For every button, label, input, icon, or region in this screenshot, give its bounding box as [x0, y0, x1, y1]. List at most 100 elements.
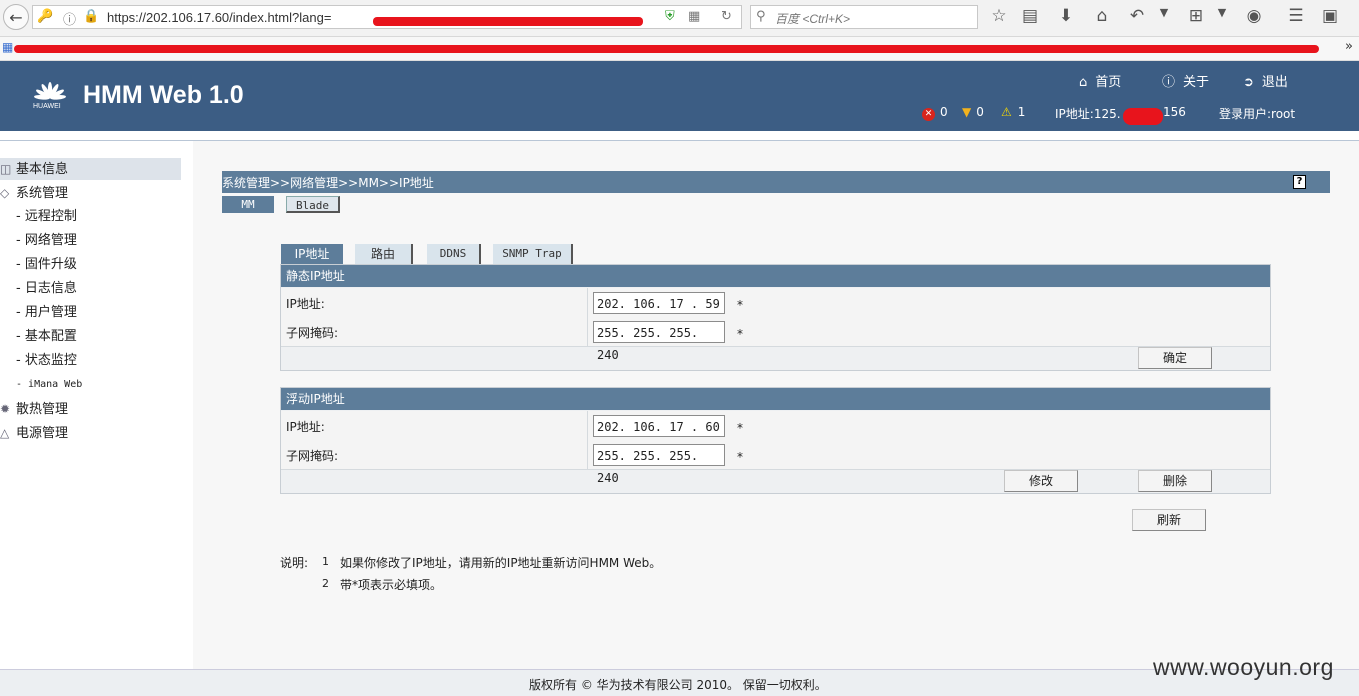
modify-button[interactable]: 修改	[1004, 470, 1078, 492]
alert-count[interactable]: ⚠ 1	[1001, 105, 1025, 119]
crop-icon[interactable]: ⊞	[1185, 6, 1207, 26]
delete-button[interactable]: 删除	[1138, 470, 1212, 492]
bookmarks-bar: ▦ »	[0, 37, 1359, 61]
sidebar-sub-status-monitor[interactable]: - 状态监控	[16, 351, 77, 371]
app-title: HMM Web 1.0	[83, 81, 244, 109]
sidebar-sub-label: 远程控制	[24, 209, 77, 224]
undo-icon[interactable]: ↶	[1126, 6, 1148, 26]
sidebar-item-system-mgmt[interactable]: ◇ 系统管理	[0, 182, 68, 204]
download-icon[interactable]: ⬇	[1055, 6, 1077, 26]
reload-icon[interactable]: ↻	[721, 9, 732, 24]
sidebar: ◫ 基本信息 ◇ 系统管理 - 远程控制 - 网络管理 - 固件升级 - 日志信息 …	[0, 141, 193, 669]
apps-icon[interactable]: ▦	[2, 40, 13, 54]
sidebar-sub-user-mgmt[interactable]: - 用户管理	[16, 303, 77, 323]
subtab-blade[interactable]: Blade	[286, 196, 340, 213]
section-title: 静态IP地址	[281, 265, 1270, 287]
sidebar-item-basic-info[interactable]: ◫ 基本信息	[0, 158, 181, 180]
sidebar-sub-label: 状态监控	[24, 353, 77, 368]
reading-list-icon[interactable]: ▤	[1019, 6, 1041, 26]
floating-ip-row: IP地址: 202. 106. 17 . 60 *	[281, 411, 1270, 441]
static-mask-input[interactable]: 255. 255. 255. 240	[593, 321, 725, 362]
logout-label: 退出	[1261, 75, 1288, 90]
required-mark: *	[737, 298, 743, 312]
sidebar-item-label: 基本信息	[16, 162, 69, 177]
shield-icon[interactable]: ⛨	[665, 9, 675, 24]
confirm-button[interactable]: 确定	[1138, 347, 1212, 369]
server-icon: ◫	[0, 162, 12, 176]
warning-count[interactable]: ▼ 0	[962, 105, 984, 119]
qr-code-icon[interactable]: ▦	[688, 9, 700, 24]
tab-route[interactable]: 路由	[355, 244, 413, 264]
sidebar-sub-label: 固件升级	[24, 257, 77, 272]
logo-text: HUAWEI	[33, 103, 61, 110]
error-count-value: 0	[940, 105, 948, 119]
column-divider	[587, 288, 588, 317]
sidebar-sub-remote-control[interactable]: - 远程控制	[16, 207, 77, 227]
chat-icon[interactable]: ◉	[1243, 6, 1265, 26]
logged-in-user: 登录用户:root	[1219, 107, 1296, 121]
note-text: 如果你修改了IP地址，请用新的IP地址重新访问HMM Web。	[340, 556, 662, 570]
tab-snmp-trap[interactable]: SNMP Trap	[493, 244, 573, 264]
dropdown-arrow-icon[interactable]: ▼	[1153, 6, 1175, 19]
back-icon[interactable]: ←	[3, 4, 29, 30]
tab-ddns[interactable]: DDNS	[427, 244, 481, 264]
required-mark: *	[737, 421, 743, 435]
sidebar-item-power[interactable]: △ 电源管理	[0, 422, 68, 444]
browser-toolbar: ← 🔑 ⓘ 🔒 https://202.106.17.60/index.html…	[0, 0, 1359, 37]
sidebar-sub-network-mgmt[interactable]: - 网络管理	[16, 231, 77, 251]
diamond-icon: ◇	[0, 186, 10, 200]
bookmarks-overflow-icon[interactable]: »	[1345, 39, 1353, 54]
column-divider	[587, 317, 588, 346]
sidebar-sub-firmware-upgrade[interactable]: - 固件升级	[16, 255, 77, 275]
sidebar-sub-label: 用户管理	[24, 305, 77, 320]
help-icon[interactable]: ?	[1293, 175, 1306, 189]
home-icon: ⌂	[1079, 75, 1088, 90]
app-header: HUAWEI HMM Web 1.0 ⌂ 首页 ⓘ 关于 ➲ 退出 ✕ 0 ▼ 0 ⚠ 1 …	[0, 61, 1359, 131]
static-ip-input[interactable]: 202. 106. 17 . 59	[593, 292, 725, 314]
watermark: www.wooyun.org	[1153, 654, 1334, 680]
sidebar-sub-label: 网络管理	[24, 233, 77, 248]
sidebar-item-label: 电源管理	[16, 426, 69, 441]
sidebar-item-cooling[interactable]: ✹ 散热管理	[0, 398, 68, 420]
static-ip-row: IP地址: 202. 106. 17 . 59 *	[281, 288, 1270, 318]
refresh-button[interactable]: 刷新	[1132, 509, 1206, 531]
home-link[interactable]: ⌂ 首页	[1079, 71, 1121, 90]
required-mark: *	[737, 327, 743, 341]
home-icon[interactable]: ⌂	[1091, 6, 1113, 26]
about-link[interactable]: ⓘ 关于	[1162, 71, 1209, 90]
section-title: 浮动IP地址	[281, 388, 1270, 410]
sidebar-sub-basic-config[interactable]: - 基本配置	[16, 327, 77, 347]
logout-link[interactable]: ➲ 退出	[1243, 71, 1288, 90]
dropdown-arrow-icon[interactable]: ▼	[1211, 6, 1233, 19]
address-bar[interactable]: 🔑 ⓘ 🔒 https://202.106.17.60/index.html?l…	[32, 5, 742, 29]
note-number: 1	[322, 555, 329, 568]
bookmark-star-icon[interactable]: ☆	[988, 6, 1010, 26]
extension-icon[interactable]: ▣	[1319, 6, 1341, 26]
info-icon: ⓘ	[1162, 75, 1176, 90]
ip-address-prefix: IP地址:125.	[1055, 107, 1121, 121]
floating-mask-input[interactable]: 255. 255. 255. 240	[593, 444, 725, 485]
static-mask-row: 子网掩码: 255. 255. 255. 240 *	[281, 317, 1270, 362]
column-divider	[587, 411, 588, 440]
fan-icon: ✹	[0, 402, 11, 416]
tab-ip-address[interactable]: IP地址	[281, 244, 343, 264]
breadcrumb-bar: 系统管理>>网络管理>>MM>>IP地址 ?	[222, 171, 1330, 193]
alert-icon: ⚠	[1001, 105, 1012, 119]
error-count[interactable]: ✕ 0	[922, 105, 948, 121]
sidebar-sub-label: 日志信息	[24, 281, 77, 296]
home-label: 首页	[1095, 75, 1122, 90]
about-label: 关于	[1183, 75, 1210, 90]
subtab-mm[interactable]: MM	[222, 196, 274, 213]
menu-icon[interactable]: ☰	[1285, 6, 1307, 26]
required-mark: *	[737, 450, 743, 464]
url-text[interactable]: https://202.106.17.60/index.html?lang=	[107, 10, 331, 25]
redaction-mark	[373, 17, 643, 26]
sidebar-sub-log-info[interactable]: - 日志信息	[16, 279, 77, 299]
sidebar-sub-imana-web[interactable]: - iMana Web	[16, 375, 82, 395]
redaction-mark	[1123, 108, 1163, 125]
notes-label: 说明:	[280, 556, 309, 570]
search-input[interactable]: ⚲ 百度 <Ctrl+K>	[750, 5, 978, 29]
floating-ip-input[interactable]: 202. 106. 17 . 60	[593, 415, 725, 437]
info-icon[interactable]: ⓘ	[63, 9, 76, 28]
power-icon: △	[0, 426, 10, 440]
